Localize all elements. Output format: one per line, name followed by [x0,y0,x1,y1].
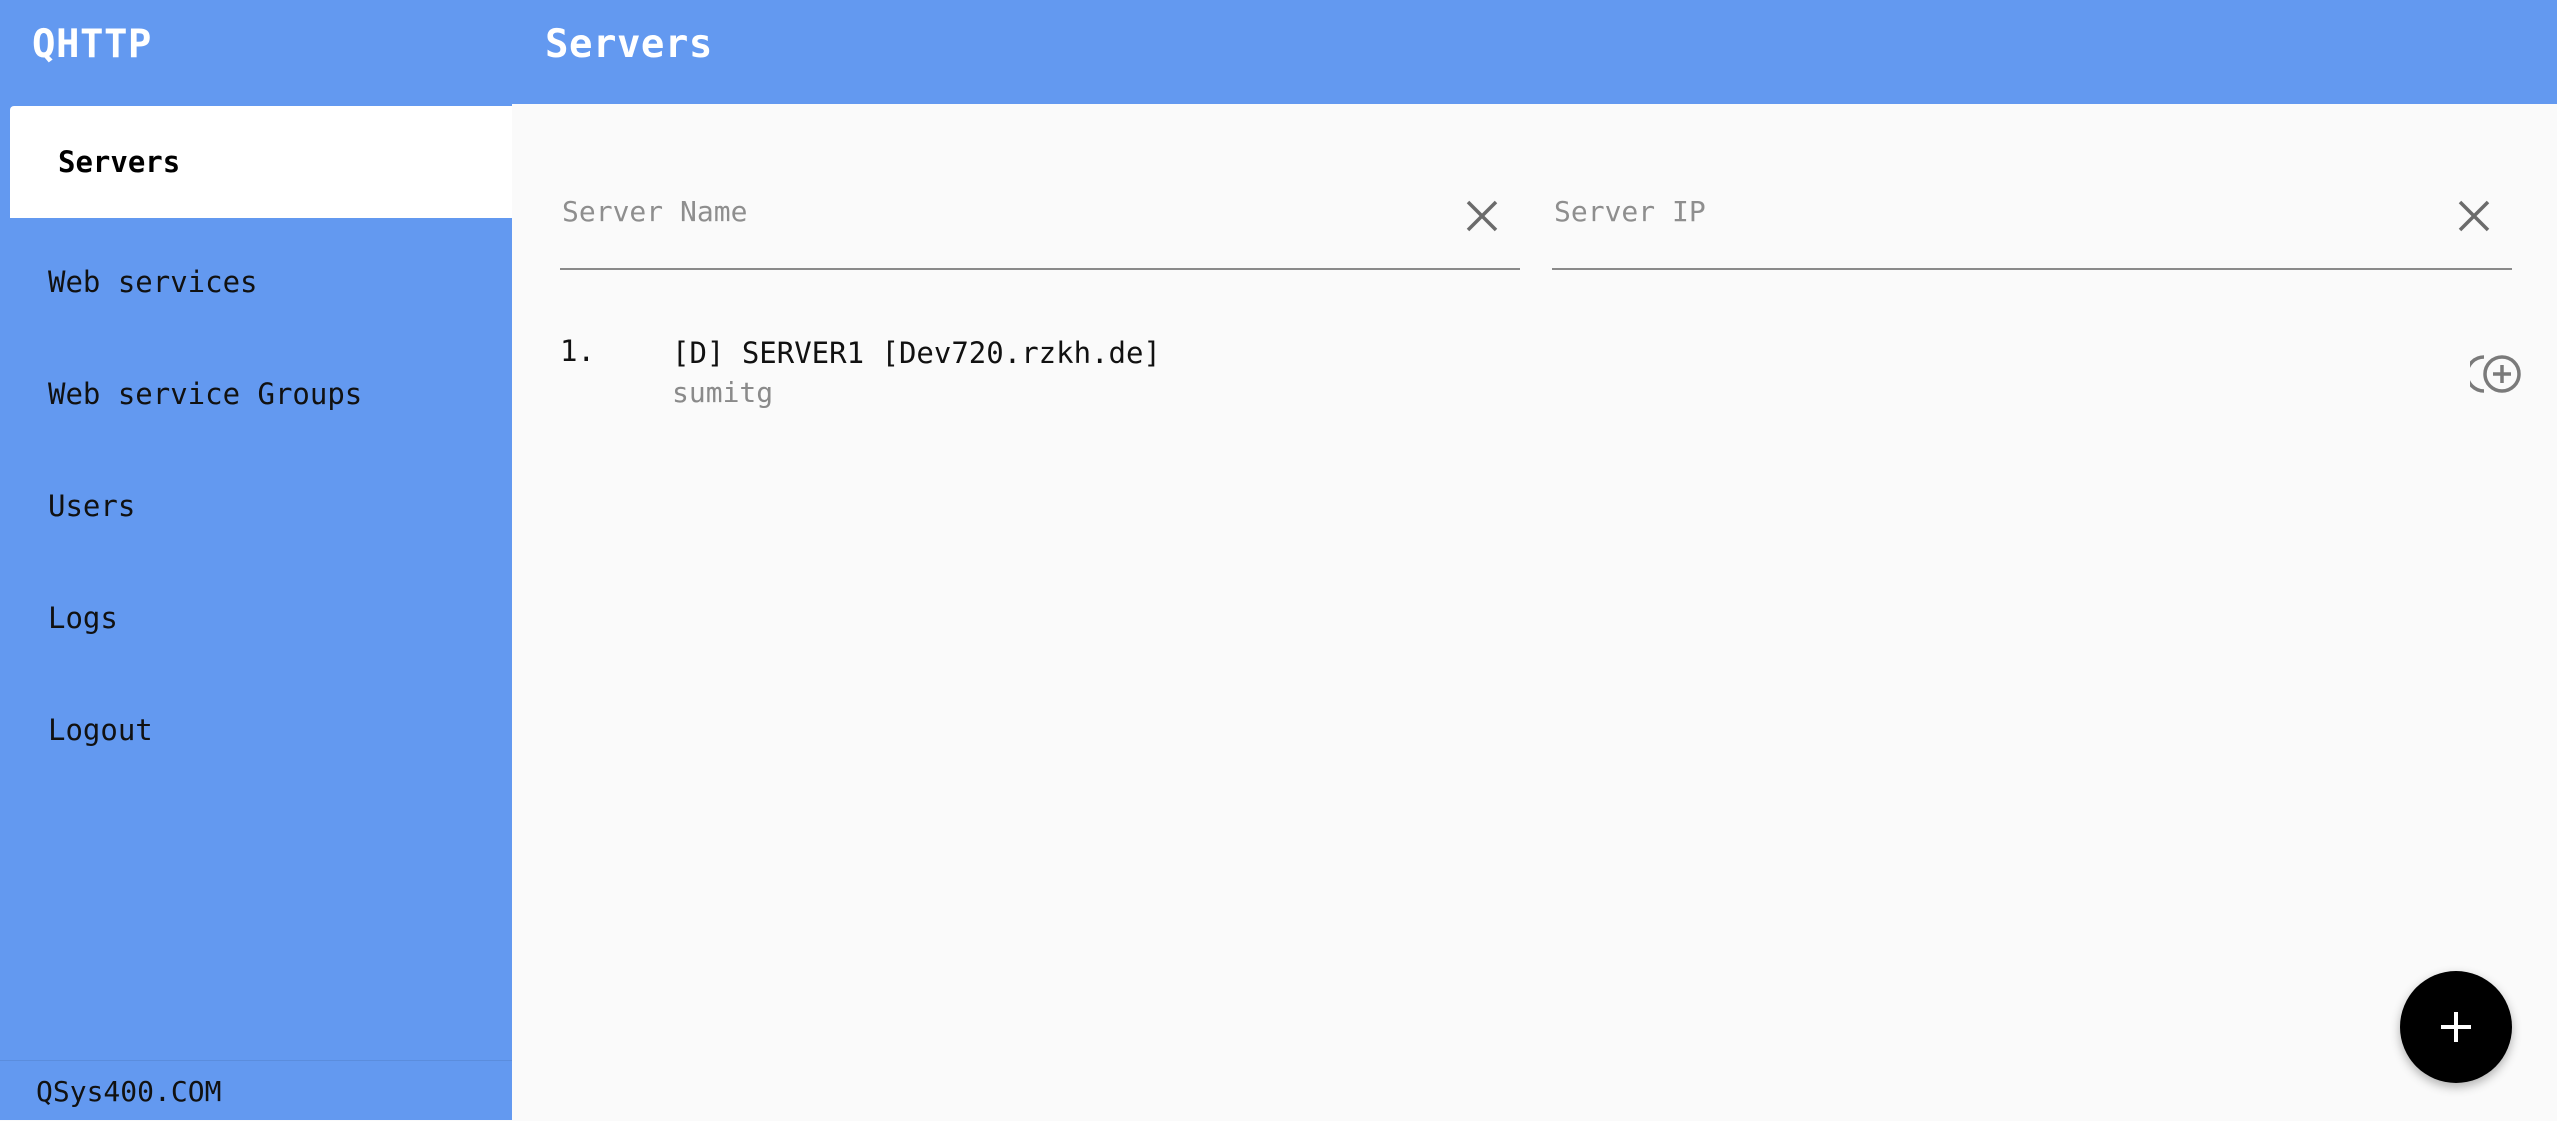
sidebar: Servers Web services Web service Groups … [0,104,512,1120]
app-title: QHTTP [32,22,152,67]
sidebar-item-label: Logs [48,601,118,635]
close-icon [2458,200,2490,232]
sidebar-item-label: Users [48,489,136,523]
sidebar-item-servers[interactable]: Servers [10,106,512,218]
list-item-subtitle: sumitg [672,376,774,409]
add-circle-icon [2465,355,2521,393]
sidebar-item-label: Servers [58,145,181,179]
close-icon [1466,200,1498,232]
sidebar-item-label: Logout [48,713,153,747]
sidebar-item-label: Web service Groups [48,377,363,411]
plus-icon [2441,1012,2471,1042]
list-item-title: [D] SERVER1 [Dev720.rzkh.de] [672,336,1161,370]
list-item-index: 1. [560,334,595,368]
server-name-input[interactable] [560,194,1444,229]
page-title: Servers [545,22,713,67]
list-item[interactable]: 1. [D] SERVER1 [Dev720.rzkh.de] sumitg [560,322,2550,432]
sidebar-item-label: Web services [48,265,258,299]
server-name-field [560,174,1520,270]
sidebar-item-web-services[interactable]: Web services [0,242,512,322]
sidebar-footer: QSys400.COM [0,1060,512,1121]
main-content: 1. [D] SERVER1 [Dev720.rzkh.de] sumitg [512,104,2557,1120]
sidebar-item-logs[interactable]: Logs [0,578,512,658]
sidebar-item-web-service-groups[interactable]: Web service Groups [0,354,512,434]
sidebar-item-users[interactable]: Users [0,466,512,546]
sidebar-footer-text: QSys400.COM [36,1075,222,1108]
server-ip-input[interactable] [1552,194,2436,229]
add-circle-button[interactable] [2465,352,2526,396]
server-ip-field [1552,174,2512,270]
add-server-fab[interactable] [2400,971,2512,1083]
top-app-bar: QHTTP Servers [0,0,2557,104]
clear-server-ip-button[interactable] [2452,194,2496,238]
clear-server-name-button[interactable] [1460,194,1504,238]
sidebar-item-logout[interactable]: Logout [0,690,512,770]
